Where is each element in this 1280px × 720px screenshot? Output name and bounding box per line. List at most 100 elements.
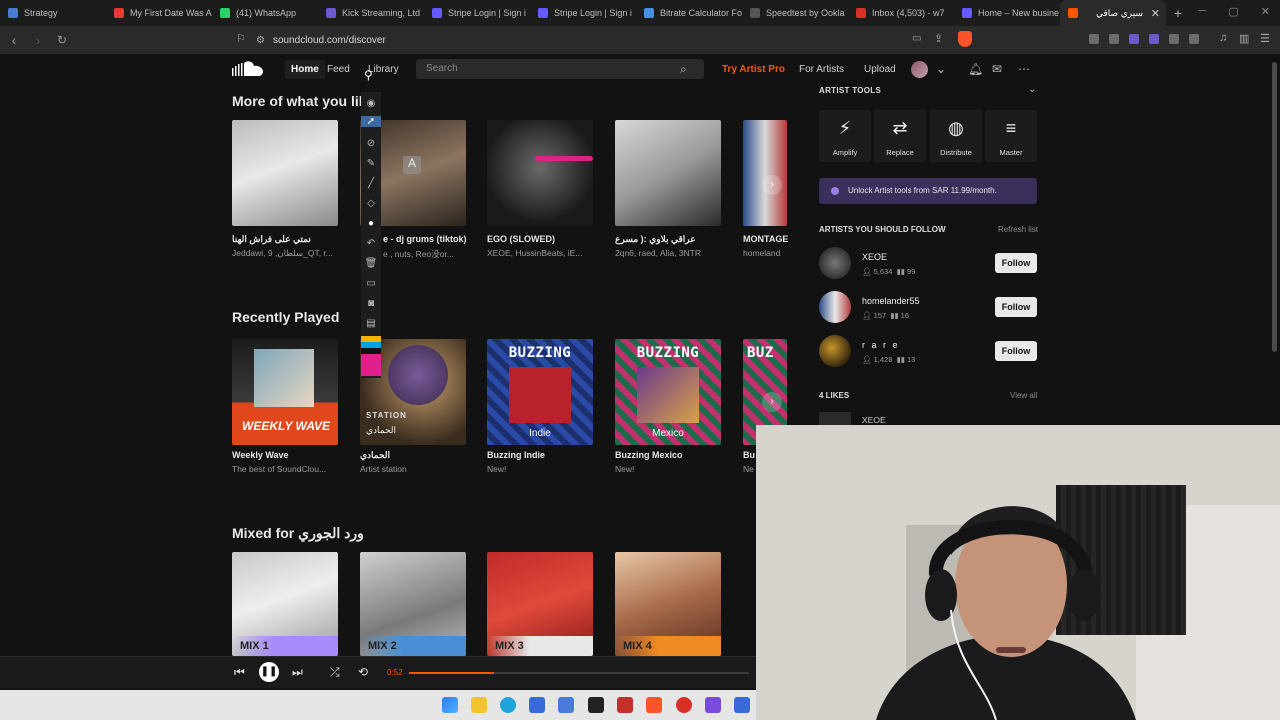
soundcloud-logo-icon[interactable] (232, 60, 264, 76)
track-title[interactable]: عراقي بلاوي :( مسرع (615, 234, 723, 245)
track-title[interactable]: e - dj grums (tiktok) (383, 234, 467, 244)
extension-icon[interactable] (1089, 34, 1099, 44)
search-input[interactable]: Search (416, 59, 704, 79)
cursor-icon[interactable]: ➚ (361, 116, 381, 127)
track-card-artwork[interactable] (232, 120, 338, 226)
browser-tab[interactable]: Bitrate Calculator Fo (636, 0, 742, 26)
url-bar[interactable]: ⚙ soundcloud.com/discover (256, 30, 980, 50)
avatar[interactable] (819, 335, 851, 367)
screen-cast-icon[interactable]: ▭ (912, 33, 921, 44)
track-artists[interactable]: homeland (743, 248, 789, 258)
windows-start-icon[interactable] (442, 697, 458, 713)
edge-icon[interactable] (500, 697, 516, 713)
media-icon[interactable]: ♫ (1219, 32, 1227, 44)
follow-button[interactable]: Follow (995, 297, 1037, 317)
playlist-title[interactable]: Weekly Wave (232, 450, 340, 460)
extension-icon[interactable] (1109, 34, 1119, 44)
app-icon[interactable] (676, 697, 692, 713)
upload-link[interactable]: Upload (864, 64, 896, 75)
hide-cursor-icon[interactable]: ⊘ (361, 138, 381, 149)
like-item-artwork[interactable] (819, 412, 851, 425)
avatar[interactable] (819, 291, 851, 323)
dot-icon[interactable]: ● (361, 218, 381, 229)
browser-tab[interactable]: Home – New busine (954, 0, 1060, 26)
track-artists[interactable]: Jeddawi, 9 ,سلطان_QT, r... (232, 248, 340, 259)
browser-tab[interactable]: Strategy (0, 0, 106, 26)
close-tab-icon[interactable]: ✕ (1151, 7, 1160, 20)
visual-studio-icon[interactable] (705, 697, 721, 713)
track-title[interactable]: EGO (SLOWED) (487, 234, 595, 244)
chevron-down-icon[interactable]: ⌄ (936, 62, 946, 76)
eye-icon[interactable]: ◉ (361, 98, 381, 109)
pause-icon[interactable]: ❚❚ (259, 662, 279, 682)
page-scrollbar[interactable] (1272, 62, 1277, 352)
tool-amplify[interactable]: ⚡︎ Amplify (819, 110, 871, 162)
terminal-icon[interactable] (588, 697, 604, 713)
browser-tab[interactable]: Stripe Login | Sign i (530, 0, 636, 26)
track-artists[interactable]: XEOE, HussinBeats, iE... (487, 248, 595, 258)
like-item-artist[interactable]: XEOE (862, 415, 886, 425)
browser-tab[interactable]: Kick Streaming, Ltd (318, 0, 424, 26)
reload-icon[interactable]: ↻ (52, 33, 72, 47)
mix-card-artwork[interactable]: MIX 4 (615, 552, 721, 656)
browser-tab[interactable]: Stripe Login | Sign i (424, 0, 530, 26)
for-artists-link[interactable]: For Artists (799, 64, 844, 75)
chevron-down-icon[interactable]: ⌄ (1028, 84, 1036, 95)
whiteboard-icon[interactable]: ▭ (361, 278, 381, 289)
playlist-title[interactable]: Buzzing Mexico (615, 450, 723, 460)
extension-icon[interactable] (1129, 34, 1139, 44)
tool-replace[interactable]: ⇄ Replace (874, 110, 926, 162)
track-artists[interactable]: 2qn6, raed, Alia, 3NTR (615, 248, 723, 258)
nav-home[interactable]: Home (285, 60, 325, 79)
pen-icon[interactable]: ✎ (361, 158, 381, 169)
track-card-artwork[interactable] (743, 120, 787, 226)
sidebar-icon[interactable]: ▥ (1239, 32, 1249, 45)
mix-card-artwork[interactable]: MIX 2 (360, 552, 466, 656)
track-title[interactable]: نمتي على فراش الهنا (232, 234, 340, 245)
mix-card-artwork[interactable]: MIX 1 (232, 552, 338, 656)
avatar[interactable] (911, 61, 928, 78)
browser-tab[interactable]: Inbox (4,503) - w7 (848, 0, 954, 26)
repeat-icon[interactable]: ⟲ (358, 665, 368, 679)
tool-distribute[interactable]: ◍ Distribute (930, 110, 982, 162)
refresh-list-link[interactable]: Refresh list (998, 225, 1038, 234)
pen-pin-icon[interactable]: ⚲ (364, 68, 378, 86)
file-explorer-icon[interactable] (471, 697, 487, 713)
browser-tab[interactable]: My First Date Was A (106, 0, 212, 26)
browser-tab[interactable]: Speedtest by Ookla (742, 0, 848, 26)
line-icon[interactable]: ╱ (361, 178, 381, 189)
brave-shields-icon[interactable] (958, 31, 972, 47)
track-artists[interactable]: e , nuts, Reo没or... (383, 248, 467, 260)
view-all-link[interactable]: View all (1010, 391, 1037, 400)
extension-icon[interactable] (1189, 34, 1199, 44)
track-card-artwork[interactable] (615, 120, 721, 226)
store-icon[interactable] (529, 697, 545, 713)
bell-icon[interactable]: 🔔︎ (968, 62, 983, 76)
app-icon[interactable] (734, 697, 750, 713)
unlock-artist-tools-banner[interactable]: Unlock Artist tools from SAR 11.99/month… (819, 178, 1037, 204)
artist-name[interactable]: XEOE (862, 252, 887, 262)
progress-bar[interactable] (409, 672, 749, 674)
browser-tab[interactable]: (41) WhatsApp (212, 0, 318, 26)
color-swatch-palette[interactable] (361, 336, 381, 376)
new-tab-button[interactable]: + (1166, 5, 1190, 21)
close-window-icon[interactable]: ✕ (1261, 5, 1270, 18)
nav-feed[interactable]: Feed (327, 64, 350, 75)
playlist-card-artwork[interactable]: BUZZING Indie (487, 339, 593, 445)
next-track-icon[interactable]: ⏭ (292, 665, 303, 680)
trash-icon[interactable]: 🗑︎ (361, 258, 381, 269)
brave-icon[interactable] (646, 697, 662, 713)
try-artist-pro-link[interactable]: Try Artist Pro (722, 64, 785, 75)
extension-icon[interactable] (1169, 34, 1179, 44)
extension-icon[interactable] (1149, 34, 1159, 44)
app-icon[interactable] (617, 697, 633, 713)
follow-button[interactable]: Follow (995, 341, 1037, 361)
track-card-artwork[interactable] (487, 120, 593, 226)
playlist-card-artwork[interactable]: WEEKLY WAVE (232, 339, 338, 445)
tool-master[interactable]: ≡ Master (985, 110, 1037, 162)
playlist-title[interactable]: Buzzing Indie (487, 450, 595, 460)
mix-card-artwork[interactable]: MIX 3 (487, 552, 593, 656)
camera-icon[interactable]: ◙ (361, 298, 381, 309)
shuffle-icon[interactable]: ⤮ (330, 665, 340, 680)
carousel-next-button[interactable]: › (762, 175, 782, 195)
